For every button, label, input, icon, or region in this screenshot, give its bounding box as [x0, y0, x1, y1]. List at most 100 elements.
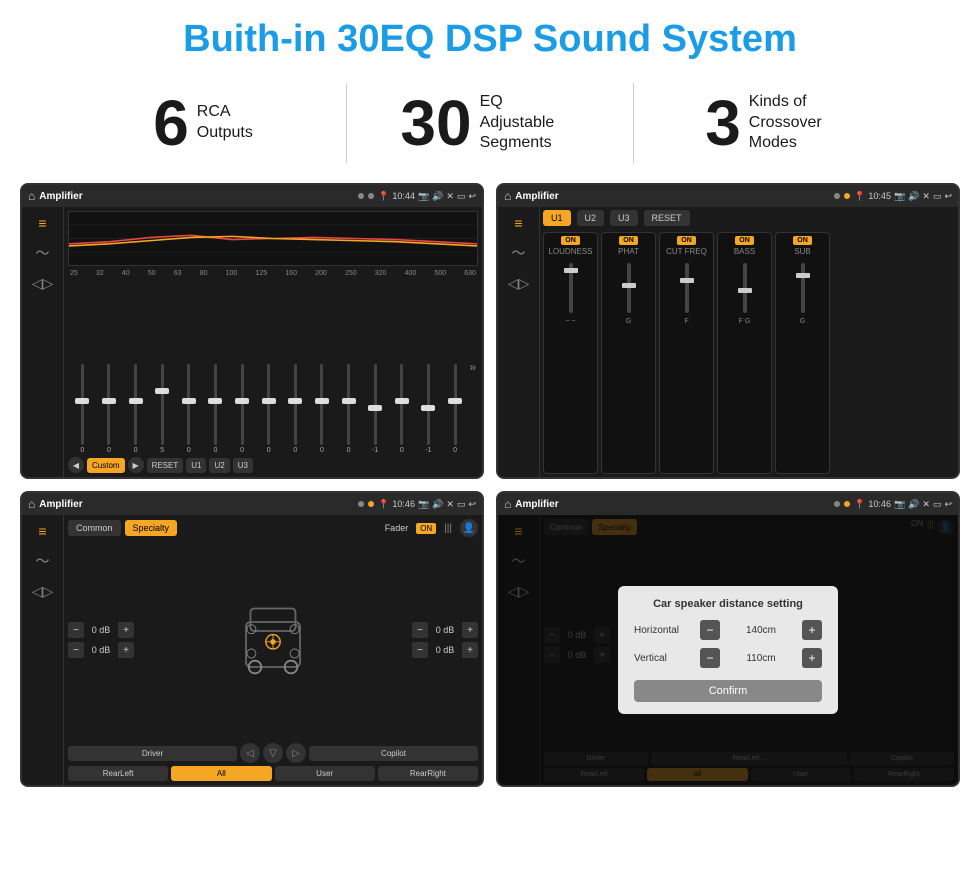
- u3-btn[interactable]: U3: [233, 458, 253, 473]
- reset-btn-2[interactable]: RESET: [644, 210, 690, 226]
- db-minus-4[interactable]: −: [412, 642, 428, 658]
- more-icon[interactable]: »: [469, 360, 476, 374]
- home-icon-1[interactable]: ⌂: [28, 189, 35, 203]
- screen-content-2: ≡ 〜 ◁▷ U1 U2 U3 RESET ON LOUDNESS: [498, 207, 958, 477]
- down-arrow-btn[interactable]: ▽: [263, 743, 283, 763]
- custom-btn[interactable]: Custom: [87, 458, 125, 473]
- preset-u2[interactable]: U2: [577, 210, 605, 226]
- eq-slider-10[interactable]: 0: [310, 364, 335, 454]
- eq-slider-6[interactable]: 0: [203, 364, 228, 454]
- stat-crossover-number: 3: [705, 91, 741, 155]
- eq-sliders-row: 0 0 0 5 0 0 0 0 0 0 0 -1 0 -1 0 »: [68, 279, 478, 454]
- db-plus-3[interactable]: +: [462, 622, 478, 638]
- preset-u3[interactable]: U3: [610, 210, 638, 226]
- home-icon-4[interactable]: ⌂: [504, 497, 511, 511]
- eq-slider-5[interactable]: 0: [177, 364, 202, 454]
- speaker-icon-3[interactable]: ◁▷: [32, 583, 54, 600]
- car-diagram: [138, 540, 408, 740]
- bass-slider[interactable]: [720, 258, 769, 318]
- rearright-btn[interactable]: RearRight: [378, 766, 478, 781]
- speaker-icon-2[interactable]: ◁▷: [508, 275, 530, 292]
- speaker-layout: − 0 dB + − 0 dB +: [68, 540, 478, 740]
- eq-icon-1[interactable]: ≡: [38, 215, 46, 231]
- loudness-label: LOUDNESS: [548, 247, 592, 256]
- time-2: 10:45: [868, 191, 891, 201]
- eq-slider-8[interactable]: 0: [256, 364, 281, 454]
- preset-u1[interactable]: U1: [543, 210, 571, 226]
- cs-bottom-row-1: Driver ◁ ▽ ▷ Copilot: [68, 743, 478, 763]
- db-plus-4[interactable]: +: [462, 642, 478, 658]
- status-icons-3: 📍 10:46 📷 🔊 ✕ ▭ ↩: [378, 499, 476, 510]
- bass-val: F G: [739, 318, 751, 325]
- right-arrow-btn[interactable]: ▷: [286, 743, 306, 763]
- db-value-1: 0 dB: [87, 625, 115, 635]
- camera-icon-1: 📷: [418, 191, 429, 202]
- pin-icon-1: 📍: [378, 191, 389, 202]
- sub-slider[interactable]: [778, 258, 827, 318]
- common-tab[interactable]: Common: [68, 520, 121, 536]
- stat-eq-text: EQ AdjustableSegments: [480, 92, 580, 154]
- eq-slider-4[interactable]: 5: [150, 364, 175, 454]
- eq-main: 25 32 40 50 63 80 100 125 160 200 250 32…: [64, 207, 482, 477]
- screen-speaker: ⌂ Amplifier 📍 10:46 📷 🔊 ✕ ▭ ↩ ≡ 〜 ◁▷: [20, 491, 484, 787]
- eq-slider-2[interactable]: 0: [97, 364, 122, 454]
- play-btn[interactable]: ▶: [128, 457, 144, 473]
- fader-label: Fader: [385, 523, 409, 533]
- u1-btn[interactable]: U1: [186, 458, 206, 473]
- db-minus-1[interactable]: −: [68, 622, 84, 638]
- eq-icon-2[interactable]: ≡: [514, 215, 522, 231]
- prev-btn[interactable]: ◀: [68, 457, 84, 473]
- eq-slider-13[interactable]: 0: [390, 364, 415, 454]
- db-control-2: − 0 dB +: [68, 642, 134, 658]
- home-icon-2[interactable]: ⌂: [504, 189, 511, 203]
- stat-crossover-text: Kinds ofCrossover Modes: [749, 92, 849, 154]
- horizontal-value: 140cm: [724, 625, 798, 636]
- vertical-plus[interactable]: +: [802, 648, 822, 668]
- status-bar-2: ⌂ Amplifier 📍 10:45 📷 🔊 ✕ ▭ ↩: [498, 185, 958, 207]
- horizontal-plus[interactable]: +: [802, 620, 822, 640]
- speaker-right-controls: − 0 dB + − 0 dB +: [412, 540, 478, 740]
- time-3: 10:46: [392, 499, 415, 509]
- wave-icon-3[interactable]: 〜: [36, 551, 50, 571]
- eq-slider-7[interactable]: 0: [230, 364, 255, 454]
- channel-sliders: ON LOUDNESS ~~ ON: [543, 232, 955, 474]
- eq-slider-12[interactable]: -1: [363, 364, 388, 454]
- eq-slider-14[interactable]: -1: [416, 364, 441, 454]
- horizontal-minus[interactable]: −: [700, 620, 720, 640]
- vertical-row: Vertical − 110cm +: [634, 648, 822, 668]
- db-plus-2[interactable]: +: [118, 642, 134, 658]
- eq-icon-3[interactable]: ≡: [38, 523, 46, 539]
- left-arrow-btn[interactable]: ◁: [240, 743, 260, 763]
- home-icon-3[interactable]: ⌂: [28, 497, 35, 511]
- db-plus-1[interactable]: +: [118, 622, 134, 638]
- eq-slider-3[interactable]: 0: [123, 364, 148, 454]
- specialty-tab[interactable]: Specialty: [125, 520, 178, 536]
- reset-btn[interactable]: RESET: [147, 458, 184, 473]
- speaker-icon-1[interactable]: ◁▷: [32, 275, 54, 292]
- vertical-minus[interactable]: −: [700, 648, 720, 668]
- copilot-btn[interactable]: Copilot: [309, 746, 478, 761]
- all-btn[interactable]: All: [171, 766, 271, 781]
- eq-slider-15[interactable]: 0: [443, 364, 468, 454]
- loudness-slider[interactable]: [546, 258, 595, 318]
- confirm-button[interactable]: Confirm: [634, 680, 822, 702]
- user-btn[interactable]: User: [275, 766, 375, 781]
- db-minus-2[interactable]: −: [68, 642, 84, 658]
- person-icon[interactable]: 👤: [460, 519, 478, 537]
- eq-slider-1[interactable]: 0: [70, 364, 95, 454]
- channel-phat: ON PHAT G: [601, 232, 656, 474]
- cutfreq-on: ON: [677, 236, 696, 245]
- wave-icon-2[interactable]: 〜: [512, 243, 526, 263]
- u2-btn[interactable]: U2: [209, 458, 229, 473]
- horizontal-row: Horizontal − 140cm +: [634, 620, 822, 640]
- cs-main: Common Specialty Fader ON ||| 👤 − 0 dB +: [64, 515, 482, 785]
- wave-icon-1[interactable]: 〜: [36, 243, 50, 263]
- rearleft-btn[interactable]: RearLeft: [68, 766, 168, 781]
- phat-slider[interactable]: [604, 258, 653, 318]
- cutfreq-slider[interactable]: [662, 258, 711, 318]
- driver-btn[interactable]: Driver: [68, 746, 237, 761]
- eq-slider-9[interactable]: 0: [283, 364, 308, 454]
- eq-slider-11[interactable]: 0: [336, 364, 361, 454]
- vertical-label: Vertical: [634, 653, 694, 664]
- db-minus-3[interactable]: −: [412, 622, 428, 638]
